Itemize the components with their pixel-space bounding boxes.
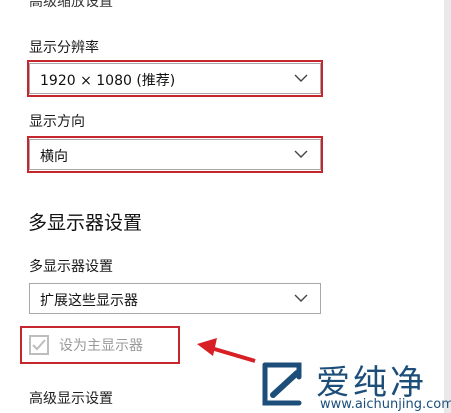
multi-display-value: 扩展这些显示器: [40, 293, 138, 309]
multi-display-dropdown[interactable]: 扩展这些显示器: [29, 283, 321, 314]
resolution-highlight-box: [27, 60, 323, 97]
advanced-display-settings-link[interactable]: 高级显示设置: [29, 388, 113, 408]
arrow-annotation: [197, 338, 256, 363]
primary-display-highlight-box: [20, 326, 180, 364]
multi-display-label: 多显示器设置: [29, 259, 113, 275]
resolution-label: 显示分辨率: [29, 40, 99, 56]
advanced-scaling-heading: 高级缩放设置: [29, 0, 113, 10]
chevron-down-icon: [294, 294, 308, 302]
orientation-label: 显示方向: [29, 114, 85, 130]
watermark-logo-icon: [262, 362, 302, 406]
orientation-highlight-box: [27, 136, 323, 173]
watermark: 爱纯净 www.aichunjing.com: [257, 357, 451, 413]
watermark-url: www.aichunjing.com: [320, 397, 451, 412]
multi-display-section-title: 多显示器设置: [28, 212, 143, 234]
window-right-edge: [444, 0, 451, 413]
